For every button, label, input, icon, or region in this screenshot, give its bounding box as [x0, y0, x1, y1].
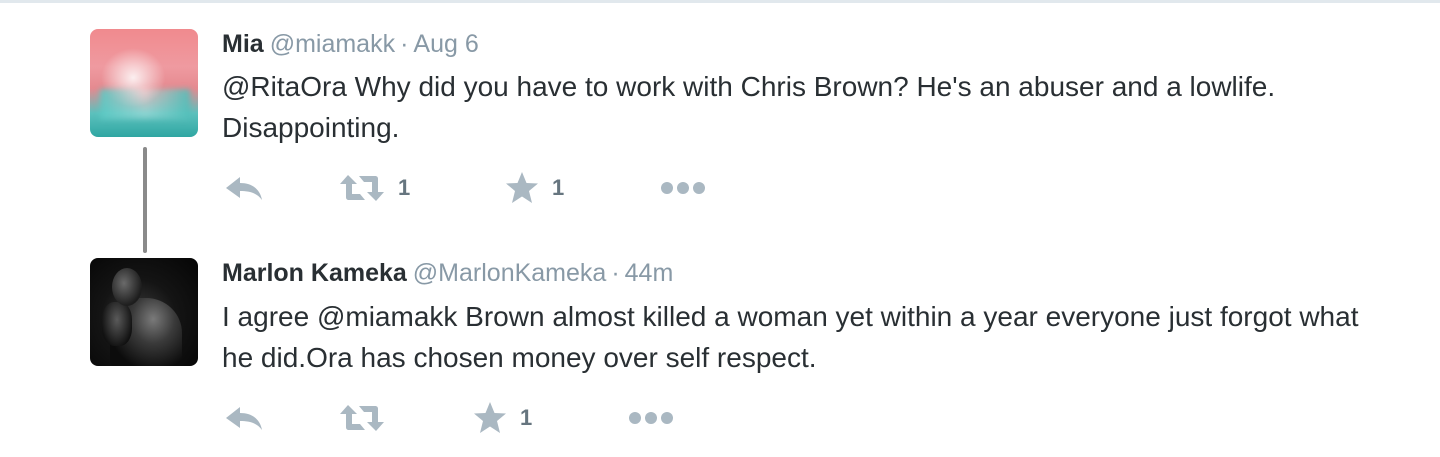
author-name[interactable]: Marlon Kameka — [222, 259, 407, 287]
more-button[interactable] — [660, 168, 706, 208]
retweet-button[interactable] — [338, 398, 386, 438]
retweet-icon — [338, 173, 386, 203]
star-icon — [472, 401, 508, 435]
favorite-button[interactable]: 1 — [472, 398, 532, 438]
star-icon — [504, 171, 540, 205]
separator-dot: · — [611, 259, 620, 287]
more-button[interactable] — [628, 398, 674, 438]
tweet-text: I agree @miamakk Brown almost killed a w… — [222, 301, 1359, 373]
retweet-button[interactable]: 1 — [338, 168, 410, 208]
author-handle[interactable]: @miamakk — [270, 30, 395, 58]
mention-link[interactable]: @RitaOra — [222, 71, 347, 102]
author-handle[interactable]: @MarlonKameka — [413, 259, 607, 287]
reply-icon — [222, 403, 264, 433]
conversation-thread: Mia @miamakk · Aug 6 @RitaOra Why did you h… — [0, 0, 1440, 457]
tweet-text: @RitaOra Why did you have to work with C… — [222, 66, 1372, 148]
reply-icon — [222, 173, 264, 203]
retweet-icon — [338, 403, 386, 433]
tweet-text-body: Why did you have to work with Chris Brow… — [222, 71, 1276, 143]
more-dots-icon — [628, 411, 674, 425]
separator-dot: · — [400, 30, 409, 58]
tweet-timestamp[interactable]: 44m — [625, 259, 674, 287]
avatar[interactable] — [90, 258, 198, 366]
thread-connector-line — [143, 147, 147, 253]
tweet-actions: 1 1 — [222, 168, 722, 208]
favorite-button[interactable]: 1 — [504, 168, 564, 208]
tweet-header: Mia @miamakk · Aug 6 — [222, 29, 479, 59]
retweet-count: 1 — [398, 175, 411, 200]
author-name[interactable]: Mia — [222, 30, 264, 58]
more-dots-icon — [660, 181, 706, 195]
avatar[interactable] — [90, 29, 198, 137]
favorite-count: 1 — [552, 175, 565, 200]
reply-button[interactable] — [222, 168, 264, 208]
favorite-count: 1 — [520, 405, 533, 430]
tweet-timestamp[interactable]: Aug 6 — [413, 30, 478, 58]
tweet-header: Marlon Kameka @MarlonKameka · 44m — [222, 258, 673, 288]
reply-button[interactable] — [222, 398, 264, 438]
tweet-actions: 1 — [222, 398, 722, 438]
